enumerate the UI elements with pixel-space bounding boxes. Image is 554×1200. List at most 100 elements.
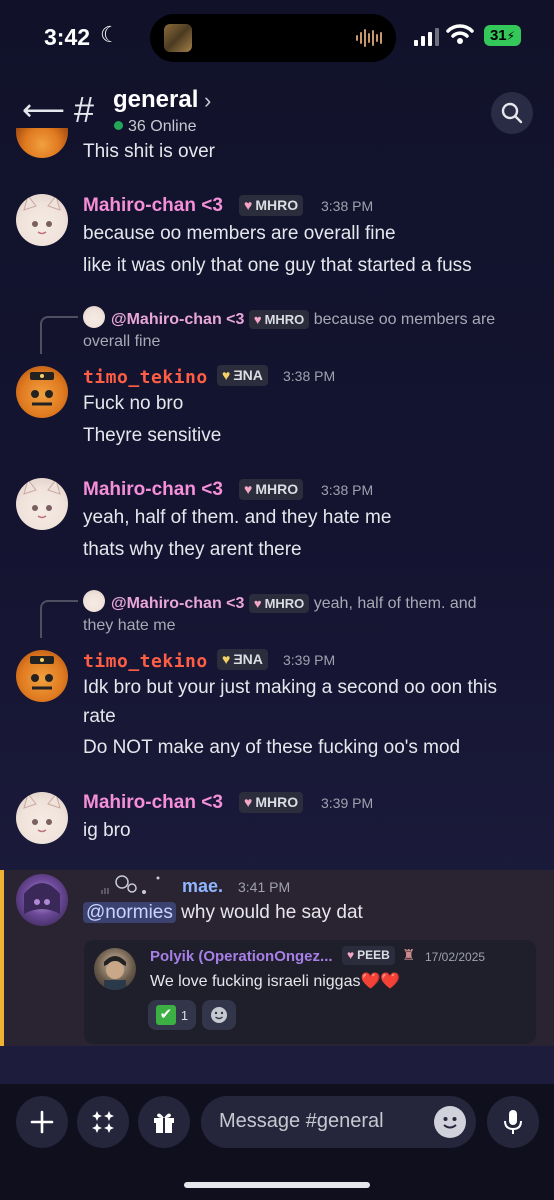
author-name[interactable]: Mahiro-chan <3	[83, 792, 223, 814]
online-count-text: 36 Online	[128, 118, 197, 135]
message-body: why would he say dat	[175, 902, 363, 923]
emoji-picker-icon[interactable]	[434, 1106, 466, 1138]
add-reaction-button[interactable]	[202, 1000, 236, 1030]
message-text: rate	[83, 706, 116, 727]
timestamp: 3:39 PM	[321, 795, 374, 811]
guild-tag[interactable]: ♥ ƎNA	[217, 649, 268, 670]
smiley-icon	[211, 1007, 227, 1023]
avatar-timo-partial[interactable]	[16, 128, 68, 158]
message-text: Theyre sensitive	[83, 425, 222, 446]
guild-tag-text: MHRO	[255, 794, 299, 810]
author-name[interactable]: Mahiro-chan <3	[83, 195, 223, 217]
guild-tag[interactable]: ♥ MHRO	[239, 195, 304, 216]
avatar-polyik[interactable]	[94, 948, 136, 990]
message-text: because oo members are overall fine	[83, 223, 396, 244]
author-name[interactable]: mae.	[182, 876, 223, 897]
author-name[interactable]: timo_tekino	[83, 367, 208, 388]
battery-indicator: 31⚡	[484, 25, 521, 46]
message-text: Fuck no bro	[83, 393, 184, 414]
channel-header: ⟵ # general › 36 Online	[0, 84, 554, 142]
embed-author[interactable]: Polyik (OperationOngez...	[150, 948, 333, 965]
message-text: Do NOT make any of these fucking oo's mo…	[83, 737, 461, 758]
message-text: thats why they arent there	[83, 539, 302, 560]
reply-preview[interactable]: @Mahiro-chan <3 ♥ MHRO because oo members…	[111, 308, 541, 332]
guild-tag-text: MHRO	[264, 312, 305, 327]
gift-icon	[154, 1113, 174, 1133]
timestamp: 3:39 PM	[283, 652, 336, 668]
online-count: 36 Online	[114, 118, 197, 136]
chevron-right-icon[interactable]: ›	[204, 88, 211, 114]
avatar-timo[interactable]	[16, 366, 68, 418]
avatar-mahiro[interactable]	[16, 478, 68, 530]
channel-title[interactable]: general	[113, 86, 198, 114]
back-arrow-icon[interactable]: ⟵	[22, 96, 65, 126]
clock: 3:42	[44, 24, 91, 50]
microphone-icon	[504, 1110, 522, 1134]
battery-level: 31	[489, 27, 507, 44]
reply-snippet: yeah, half of them. and	[313, 595, 477, 612]
guild-tag-text: MHRO	[255, 481, 299, 497]
apps-button[interactable]	[77, 1096, 129, 1148]
apps-sparkle-icon	[92, 1111, 114, 1133]
guild-tag-text: PEEB	[357, 948, 390, 962]
wifi-icon	[446, 24, 474, 44]
timestamp: 3:38 PM	[321, 482, 374, 498]
gift-button[interactable]	[138, 1096, 190, 1148]
online-dot	[114, 121, 123, 131]
heart-icon: ♥	[222, 651, 231, 667]
guild-tag-text: MHRO	[264, 596, 305, 611]
voice-message-button[interactable]	[487, 1096, 539, 1148]
reply-snippet: because oo members are	[313, 311, 496, 328]
mention-normies[interactable]: @normies	[83, 902, 176, 923]
timestamp: 3:41 PM	[238, 879, 291, 895]
heart-icon: ♥	[244, 197, 253, 213]
channel-hash-icon: #	[74, 89, 95, 130]
message-input-placeholder: Message #general	[219, 1110, 384, 1132]
message-text: @normies why would he say dat	[83, 902, 363, 924]
forwarded-message-embed[interactable]: Polyik (OperationOngez... ♥ PEEB ♜ 17/02/…	[84, 940, 536, 1044]
reply-author: @Mahiro-chan <3	[111, 595, 245, 612]
timestamp: 3:38 PM	[283, 368, 336, 384]
avatar-mae[interactable]	[16, 874, 68, 926]
heart-icon: ♥	[222, 367, 231, 383]
reply-author: @Mahiro-chan <3	[111, 311, 245, 328]
reply-avatar	[83, 590, 105, 612]
heart-icon: ♥	[253, 596, 262, 611]
add-attachment-button[interactable]	[16, 1096, 68, 1148]
heart-icon: ♥	[244, 481, 253, 497]
reply-connector	[40, 600, 78, 638]
reply-preview[interactable]: @Mahiro-chan <3 ♥ MHRO yeah, half of them…	[111, 592, 541, 616]
author-name[interactable]: timo_tekino	[83, 651, 208, 672]
guild-tag-text: ƎNA	[233, 651, 263, 667]
avatar-timo[interactable]	[16, 650, 68, 702]
message-text: yeah, half of them. and they hate me	[83, 507, 392, 528]
guild-tag: ♥ MHRO	[248, 594, 310, 613]
heart-icon: ♥	[244, 794, 253, 810]
author-name[interactable]: Mahiro-chan <3	[83, 479, 223, 501]
cellular-signal-icon	[414, 28, 439, 46]
heart-icon: ♥	[253, 312, 262, 327]
message-text: Idk bro but your just making a second oo…	[83, 677, 498, 698]
avatar-mahiro[interactable]	[16, 792, 68, 844]
album-art	[164, 24, 192, 52]
search-button[interactable]	[491, 92, 533, 134]
guild-tag[interactable]: ♥ PEEB	[342, 946, 395, 965]
search-icon	[501, 102, 523, 124]
moon-icon: ☾	[100, 22, 120, 47]
audio-wave-icon	[356, 28, 382, 48]
message-input[interactable]: Message #general	[201, 1096, 476, 1148]
guild-tag[interactable]: ♥ ƎNA	[217, 365, 268, 386]
avatar-mahiro[interactable]	[16, 194, 68, 246]
guild-tag: ♥ MHRO	[248, 310, 310, 329]
reaction-count: 1	[180, 1007, 189, 1023]
timestamp: 3:38 PM	[321, 198, 374, 214]
plus-icon	[30, 1110, 54, 1134]
guild-tag[interactable]: ♥ MHRO	[239, 479, 304, 500]
embed-date: 17/02/2025	[425, 950, 486, 964]
guild-tag-text: ƎNA	[233, 367, 263, 383]
message-text: ig bro	[83, 820, 131, 841]
reply-connector	[40, 316, 78, 354]
reaction-check[interactable]: ✔ 1	[148, 1000, 196, 1030]
guild-tag[interactable]: ♥ MHRO	[239, 792, 304, 813]
bubbles-decoration-icon	[101, 875, 160, 894]
